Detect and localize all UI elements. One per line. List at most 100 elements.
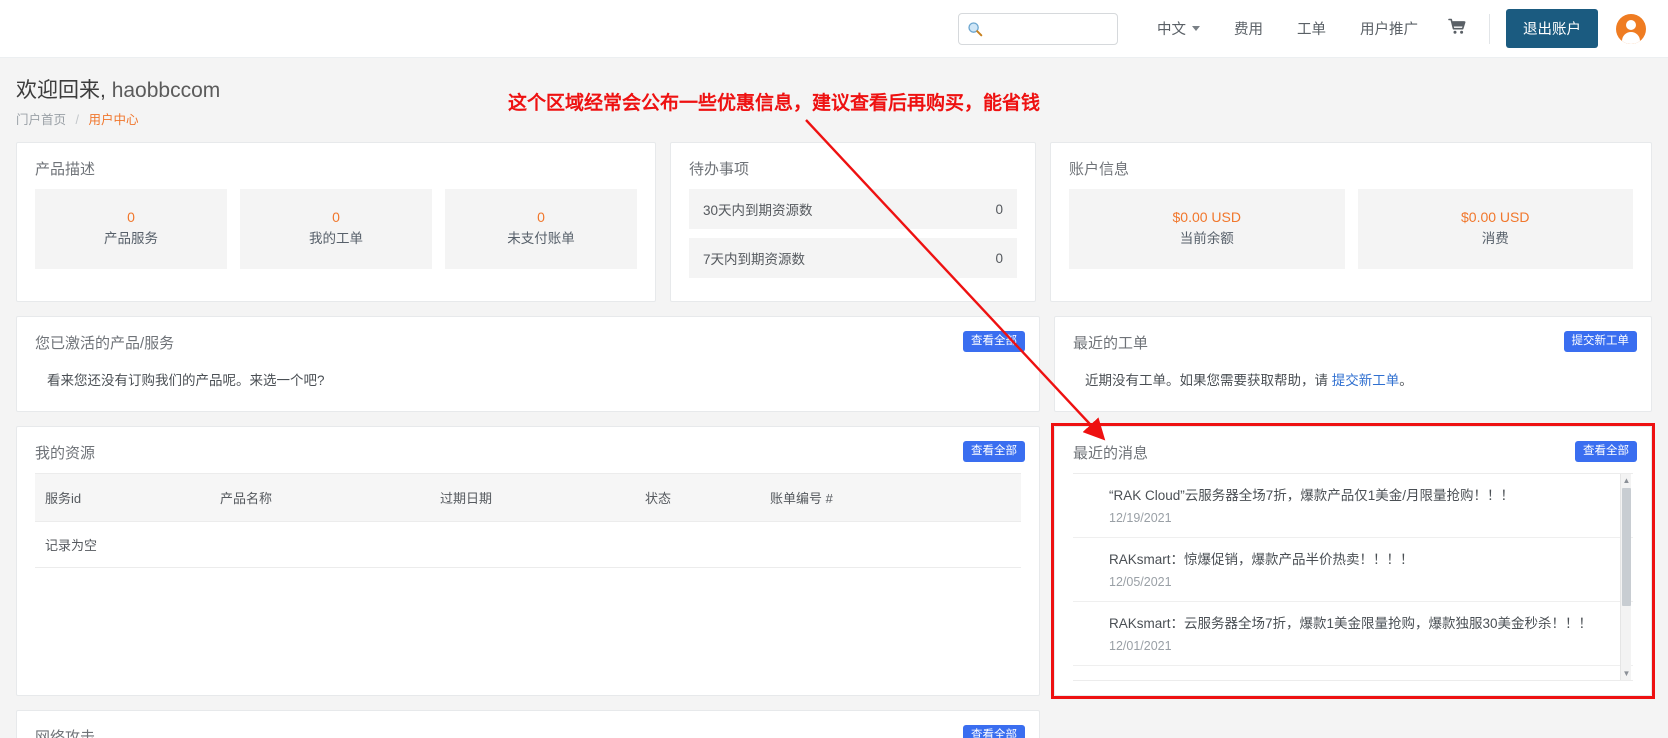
user-avatar-icon[interactable] xyxy=(1616,13,1646,44)
active-products-view-all-button[interactable]: 查看全部 xyxy=(963,331,1025,352)
network-attack-title: 网络攻击 xyxy=(35,729,96,738)
language-label: 中文 xyxy=(1157,22,1186,38)
todo-list: 30天内到期资源数 0 7天内到期资源数 0 xyxy=(671,189,1035,301)
account-info-title: 账户信息 xyxy=(1069,161,1130,178)
news-list[interactable]: “RAK Cloud”云服务器全场7折，爆款产品仅1美金/月限量抢购！！！ 12… xyxy=(1073,473,1633,681)
news-item-title: “RAK Cloud”云服务器全场7折，爆款产品仅1美金/月限量抢购！！！ xyxy=(1109,488,1515,503)
col-product-name: 产品名称 xyxy=(210,473,430,522)
network-attack-card: 网络攻击 查看全部 告警id IP 状态 动作类型 攻击类型 bps pps xyxy=(16,710,1040,738)
my-resources-empty-cell: 记录为空 xyxy=(35,521,1021,568)
tile-balance-label: 当前余额 xyxy=(1179,231,1234,247)
annotation-text: 这个区域经常会公布一些优惠信息，建议查看后再购买，能省钱 xyxy=(508,92,1041,114)
my-resources-card: 我的资源 查看全部 服务id 产品名称 过期日期 状态 账单编号 # 记录为空 xyxy=(16,426,1040,696)
list-item[interactable]: RAKsmart：惊爆促销，爆款产品半价热卖！！！！ 12/05/2021 xyxy=(1073,538,1633,602)
tile-unpaid-label: 未支付账单 xyxy=(507,231,575,247)
scrollbar-thumb[interactable] xyxy=(1622,488,1631,606)
breadcrumb-home[interactable]: 门户首页 xyxy=(16,113,66,127)
top-navigation-bar: 中文 费用 工单 用户推广 退出账户 xyxy=(0,0,1668,58)
chevron-down-icon xyxy=(1192,26,1200,31)
summary-row: 产品描述 0 产品服务 0 我的工单 0 未支付账单 待办事项 30天内到期资源… xyxy=(0,142,1668,302)
tile-unpaid-count: 0 xyxy=(537,209,545,226)
tile-spending[interactable]: $0.00 USD 消费 xyxy=(1357,189,1633,269)
tile-products-count: 0 xyxy=(127,209,135,226)
todo-row-30days[interactable]: 30天内到期资源数 0 xyxy=(689,189,1017,229)
page-root: 中文 费用 工单 用户推广 退出账户 欢迎回来, haobbccom 门户首页 … xyxy=(0,0,1668,738)
product-summary-tiles: 0 产品服务 0 我的工单 0 未支付账单 xyxy=(17,189,655,287)
todo-row-7days-value: 0 xyxy=(995,250,1003,266)
table-row: 记录为空 xyxy=(35,521,1021,568)
account-info-tiles: $0.00 USD 当前余额 $0.00 USD 消费 xyxy=(1051,189,1651,287)
nav-item-billing[interactable]: 费用 xyxy=(1234,18,1263,39)
news-item-date: 12/19/2021 xyxy=(1109,510,1172,525)
col-invoice-number: 账单编号 # xyxy=(760,473,1021,522)
active-products-empty-text: 看来您还没有订购我们的产品呢。来选一个吧? xyxy=(47,373,325,388)
tile-balance[interactable]: $0.00 USD 当前余额 xyxy=(1069,189,1345,269)
breadcrumb-current[interactable]: 用户中心 xyxy=(88,113,138,127)
tile-spending-label: 消费 xyxy=(1481,231,1509,247)
toolbar-divider xyxy=(1489,13,1490,44)
nav-item-tickets[interactable]: 工单 xyxy=(1297,18,1326,39)
recent-tickets-empty-text: 近期没有工单。如果您需要获取帮助，请 提交新工单。 xyxy=(1055,363,1651,411)
active-products-title: 您已激活的产品/服务 xyxy=(35,335,175,352)
list-item[interactable]: “RAK Cloud”云服务器全场7折，爆款产品仅1美金/月限量抢购！！！ 12… xyxy=(1073,474,1633,538)
col-service-id: 服务id xyxy=(35,473,210,522)
tile-tickets[interactable]: 0 我的工单 xyxy=(240,189,432,269)
recent-tickets-empty-suffix: 。 xyxy=(1399,373,1413,388)
tile-products-label: 产品服务 xyxy=(104,231,158,247)
table-header-row: 服务id 产品名称 过期日期 状态 账单编号 # xyxy=(35,473,1021,522)
recent-tickets-empty-prefix: 近期没有工单。如果您需要获取帮助，请 xyxy=(1085,373,1332,388)
network-attack-row-spacer xyxy=(1054,710,1652,738)
product-summary-title: 产品描述 xyxy=(35,161,96,178)
language-selector[interactable]: 中文 xyxy=(1157,18,1200,39)
recent-news-card: 最近的消息 查看全部 “RAK Cloud”云服务器全场7折，爆款产品仅1美金/… xyxy=(1051,423,1655,699)
new-ticket-button[interactable]: 提交新工单 xyxy=(1563,331,1637,352)
network-attack-view-all-button[interactable]: 查看全部 xyxy=(963,725,1025,738)
search-input[interactable] xyxy=(989,20,1109,37)
news-view-all-button[interactable]: 查看全部 xyxy=(1575,441,1637,462)
tile-balance-amount: $0.00 USD xyxy=(1172,209,1241,226)
news-item-title: RAKsmart：云服务器全场7折，爆款1美金限量抢购，爆款独服30美金秒杀！！… xyxy=(1109,615,1593,631)
services-row: 您已激活的产品/服务 查看全部 看来您还没有订购我们的产品呢。来选一个吧? 最近… xyxy=(0,316,1668,412)
network-attack-row: 网络攻击 查看全部 告警id IP 状态 动作类型 攻击类型 bps pps xyxy=(0,710,1668,738)
tile-unpaid-invoices[interactable]: 0 未支付账单 xyxy=(445,189,637,269)
scroll-up-arrow-icon[interactable]: ▲ xyxy=(1621,474,1632,487)
search-box[interactable] xyxy=(958,12,1118,45)
welcome-greeting: 欢迎回来, xyxy=(16,79,106,102)
search-icon xyxy=(967,21,983,37)
todo-row-7days[interactable]: 7天内到期资源数 0 xyxy=(689,238,1017,278)
news-item-title: RAKsmart：惊爆促销，爆款产品半价热卖！！！！ xyxy=(1109,551,1414,567)
tile-products[interactable]: 0 产品服务 xyxy=(35,189,227,269)
recent-tickets-title: 最近的工单 xyxy=(1073,335,1149,352)
col-status: 状态 xyxy=(635,473,760,522)
product-summary-card: 产品描述 0 产品服务 0 我的工单 0 未支付账单 xyxy=(16,142,656,302)
my-resources-title: 我的资源 xyxy=(35,445,96,462)
news-item-date: 12/05/2021 xyxy=(1109,574,1172,589)
active-products-card: 您已激活的产品/服务 查看全部 看来您还没有订购我们的产品呢。来选一个吧? xyxy=(16,316,1040,412)
news-scrollbar[interactable]: ▲ ▼ xyxy=(1620,474,1631,680)
todo-title: 待办事项 xyxy=(689,161,750,178)
tile-tickets-count: 0 xyxy=(332,209,340,226)
account-info-card: 账户信息 $0.00 USD 当前余额 $0.00 USD 消费 xyxy=(1050,142,1652,302)
tile-tickets-label: 我的工单 xyxy=(309,231,363,247)
my-resources-table-wrap: 服务id 产品名称 过期日期 状态 账单编号 # 记录为空 xyxy=(17,473,1039,578)
tile-spending-amount: $0.00 USD xyxy=(1461,209,1530,226)
recent-news-title: 最近的消息 xyxy=(1073,445,1149,462)
recent-tickets-empty-link[interactable]: 提交新工单 xyxy=(1332,373,1400,388)
list-item[interactable]: RAKsmart：云服务器全场7折，爆款1美金限量抢购，爆款独服30美金秒杀！！… xyxy=(1073,602,1633,666)
todo-card: 待办事项 30天内到期资源数 0 7天内到期资源数 0 xyxy=(670,142,1036,302)
resources-row: 我的资源 查看全部 服务id 产品名称 过期日期 状态 账单编号 # 记录为空 … xyxy=(0,423,1668,699)
recent-tickets-card: 最近的工单 提交新工单 近期没有工单。如果您需要获取帮助，请 提交新工单。 xyxy=(1054,316,1652,412)
scroll-down-arrow-icon[interactable]: ▼ xyxy=(1621,667,1632,680)
news-item-date: 12/01/2021 xyxy=(1109,638,1172,653)
todo-row-30days-value: 0 xyxy=(995,201,1003,217)
nav-item-affiliates[interactable]: 用户推广 xyxy=(1360,18,1418,39)
welcome-username: haobbccom xyxy=(111,79,221,102)
todo-row-30days-label: 30天内到期资源数 xyxy=(703,203,813,218)
todo-row-7days-label: 7天内到期资源数 xyxy=(703,252,806,267)
my-resources-view-all-button[interactable]: 查看全部 xyxy=(963,441,1025,462)
shopping-cart-icon[interactable] xyxy=(1448,18,1467,39)
breadcrumb-separator: / xyxy=(75,113,79,127)
col-expiry-date: 过期日期 xyxy=(430,473,635,522)
logout-button[interactable]: 退出账户 xyxy=(1506,9,1598,48)
my-resources-table: 服务id 产品名称 过期日期 状态 账单编号 # 记录为空 xyxy=(35,473,1021,568)
